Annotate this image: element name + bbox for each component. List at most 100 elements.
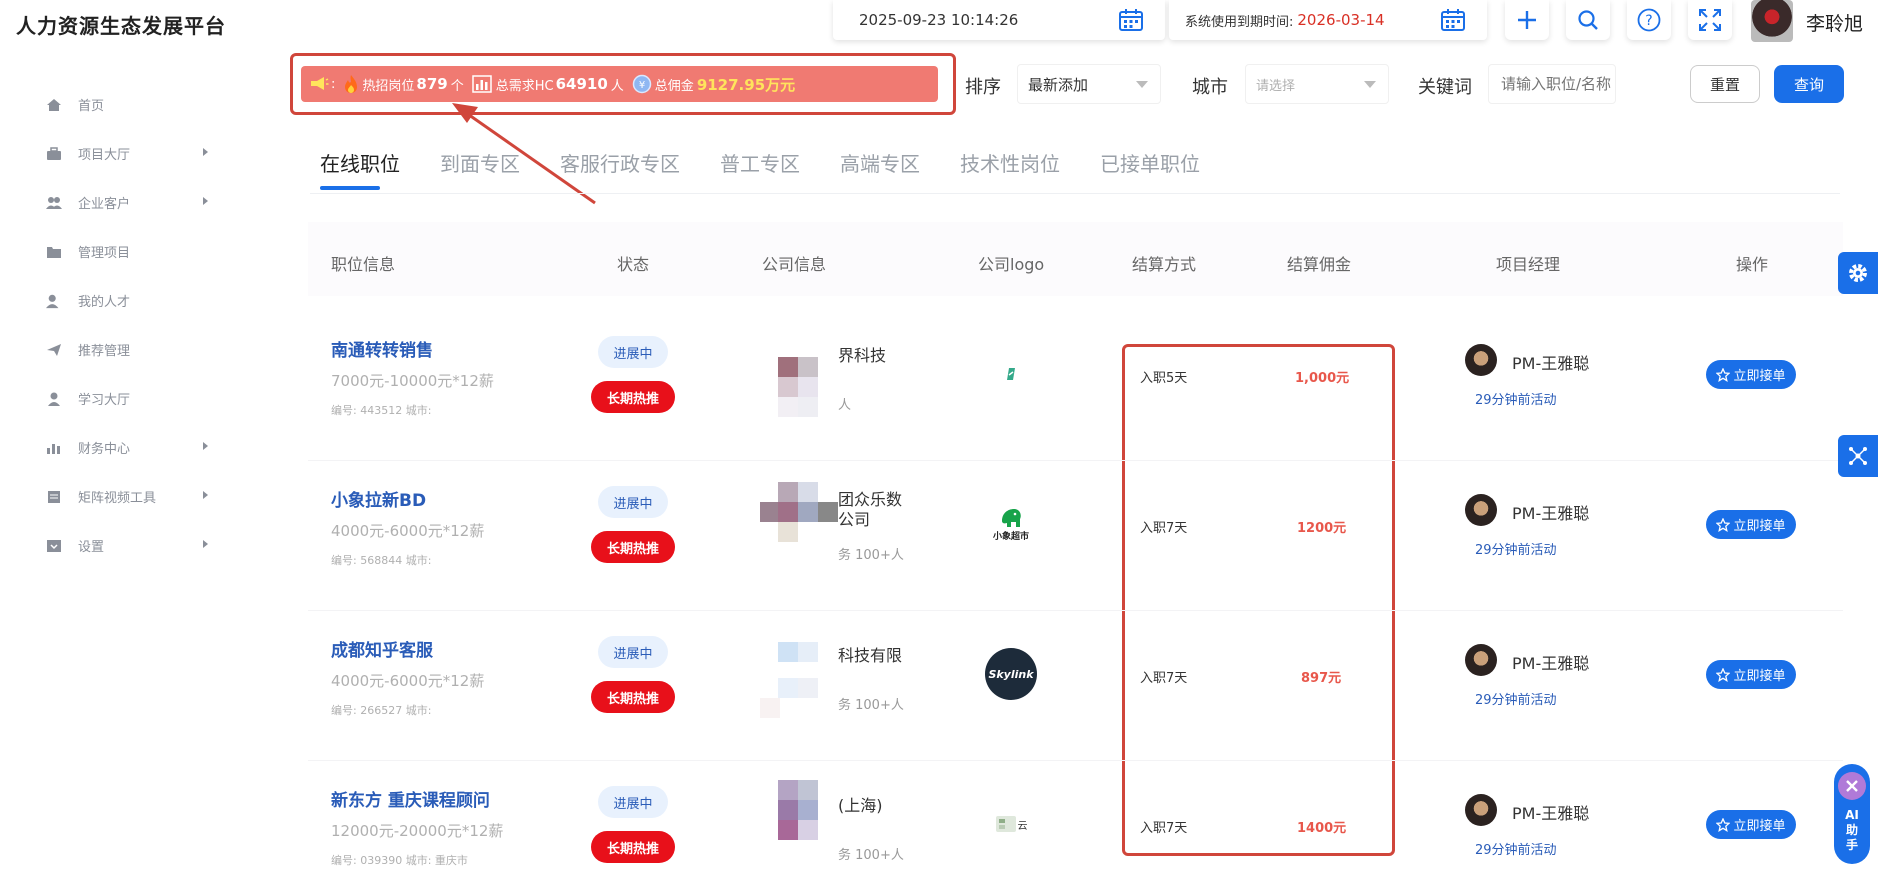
company-logo: Skylink bbox=[985, 648, 1037, 700]
settlement-method: 入职7天 bbox=[1140, 821, 1188, 836]
settlement-amount: 1,000元 bbox=[1295, 371, 1350, 386]
job-title[interactable]: 新东方 重庆课程顾问 bbox=[331, 786, 490, 811]
sidebar-item-label: 设置 bbox=[78, 540, 105, 555]
header-settlement-method: 结算方式 bbox=[1132, 255, 1197, 274]
accept-order-button[interactable]: 立即接单 bbox=[1706, 510, 1796, 539]
sidebar-item-my-talent[interactable]: 我的人才 bbox=[0, 276, 230, 325]
sidebar-item-label: 推荐管理 bbox=[78, 344, 131, 359]
app-title: 人力资源生态发展平台 bbox=[16, 14, 226, 38]
settlement-method: 入职7天 bbox=[1140, 521, 1188, 536]
settlement-amount: 1400元 bbox=[1297, 821, 1347, 836]
tab-service-admin-zone[interactable]: 客服行政专区 bbox=[560, 148, 680, 177]
add-button[interactable] bbox=[1505, 0, 1549, 40]
sidebar-item-settings[interactable]: 设置 bbox=[0, 521, 230, 570]
help-icon: ? bbox=[1637, 8, 1661, 32]
tab-high-end-zone[interactable]: 高端专区 bbox=[840, 148, 920, 177]
sidebar-item-label: 财务中心 bbox=[78, 442, 131, 457]
sidebar-item-learning[interactable]: 学习大厅 bbox=[0, 374, 230, 423]
star-icon bbox=[1716, 367, 1731, 382]
sidebar-item-manage-projects[interactable]: 管理项目 bbox=[0, 227, 230, 276]
user-name[interactable]: 李聆旭 bbox=[1806, 9, 1863, 36]
status-badge: 进展中 bbox=[598, 336, 668, 368]
datetime-text: 2025-09-23 10:14:26 bbox=[859, 11, 1019, 29]
pm-name: PM-王雅聪 bbox=[1512, 354, 1590, 373]
city-placeholder: 请选择 bbox=[1256, 78, 1296, 94]
keyword-input[interactable] bbox=[1488, 64, 1616, 104]
query-button[interactable]: 查询 bbox=[1774, 65, 1844, 103]
settings-float-button[interactable] bbox=[1838, 252, 1878, 294]
sidebar-item-recommend[interactable]: 推荐管理 bbox=[0, 325, 230, 374]
fullscreen-button[interactable] bbox=[1688, 0, 1732, 40]
sidebar-item-clients[interactable]: 企业客户 bbox=[0, 178, 230, 227]
sort-label: 排序 bbox=[965, 77, 1001, 98]
company-name: 团众乐数 公司 bbox=[838, 490, 903, 529]
hot-jobs-unit: 个 bbox=[450, 78, 464, 94]
sidebar-item-project-hall[interactable]: 项目大厅 bbox=[0, 129, 230, 178]
status-badge: 进展中 bbox=[598, 636, 668, 668]
send-icon bbox=[46, 343, 62, 357]
ai-label: 助 bbox=[1845, 823, 1858, 837]
search-button[interactable] bbox=[1566, 0, 1610, 40]
datetime-box[interactable]: 2025-09-23 10:14:26 bbox=[833, 0, 1165, 40]
tab-technical-jobs[interactable]: 技术性岗位 bbox=[960, 148, 1060, 177]
sidebar-item-video-tools[interactable]: 矩阵视频工具 bbox=[0, 472, 230, 521]
row-divider bbox=[308, 460, 1843, 461]
header-actions: 操作 bbox=[1736, 255, 1769, 274]
leaf-logo-icon bbox=[1007, 368, 1015, 380]
table-header bbox=[308, 222, 1843, 296]
calendar-icon[interactable] bbox=[1441, 9, 1465, 31]
company-size: 务 100+人 bbox=[838, 548, 904, 563]
annotation-arrow bbox=[452, 103, 596, 205]
accept-order-label: 立即接单 bbox=[1733, 519, 1786, 534]
company-size: 人 bbox=[838, 398, 852, 413]
accept-order-label: 立即接单 bbox=[1733, 819, 1786, 834]
tab-interview-zone[interactable]: 到面专区 bbox=[440, 148, 520, 177]
tab-accepted-jobs[interactable]: 已接单职位 bbox=[1100, 148, 1200, 177]
pm-avatar bbox=[1465, 794, 1497, 826]
sidebar-item-finance[interactable]: 财务中心 bbox=[0, 423, 230, 472]
tab-online-jobs[interactable]: 在线职位 bbox=[320, 148, 400, 190]
users-icon bbox=[46, 196, 62, 210]
job-meta: 编号: 443512 城市: bbox=[331, 404, 432, 417]
logo-text: Skylink bbox=[988, 667, 1034, 681]
reset-button[interactable]: 重置 bbox=[1690, 65, 1760, 103]
person-icon bbox=[46, 294, 62, 308]
calendar-icon[interactable] bbox=[1119, 9, 1143, 31]
gear-icon bbox=[1849, 264, 1867, 282]
city-select[interactable]: 请选择 bbox=[1245, 64, 1389, 104]
document-icon bbox=[46, 490, 62, 504]
help-button[interactable]: ? bbox=[1627, 0, 1671, 40]
network-float-button[interactable] bbox=[1838, 435, 1878, 477]
pm-activity: 29分钟前活动 bbox=[1475, 843, 1557, 858]
settlement-method: 入职5天 bbox=[1140, 371, 1188, 386]
header-project-manager: 项目经理 bbox=[1496, 255, 1561, 274]
accept-order-button[interactable]: 立即接单 bbox=[1706, 810, 1796, 839]
sort-select[interactable]: 最新添加 bbox=[1017, 64, 1161, 104]
company-size: 务 100+人 bbox=[838, 848, 904, 863]
total-commission-value: 9127.95万元 bbox=[696, 75, 796, 94]
megaphone-icon bbox=[311, 77, 329, 90]
accept-order-button[interactable]: 立即接单 bbox=[1706, 360, 1796, 389]
tab-general-labor-zone[interactable]: 普工专区 bbox=[720, 148, 800, 177]
accept-order-button[interactable]: 立即接单 bbox=[1706, 660, 1796, 689]
job-title[interactable]: 小象拉新BD bbox=[331, 486, 426, 511]
total-commission-label: 总佣金 bbox=[654, 78, 694, 94]
category-tabs: 在线职位 到面专区 客服行政专区 普工专区 高端专区 技术性岗位 已接单职位 bbox=[320, 148, 1240, 190]
company-name: 界科技 bbox=[838, 346, 887, 365]
job-title[interactable]: 成都知乎客服 bbox=[331, 636, 433, 661]
user-avatar[interactable] bbox=[1751, 0, 1793, 42]
accept-order-label: 立即接单 bbox=[1733, 369, 1786, 384]
company-logo-blurred bbox=[760, 776, 840, 842]
job-title[interactable]: 南通转转销售 bbox=[331, 336, 433, 361]
total-hc-value: 64910 bbox=[555, 75, 608, 93]
close-icon bbox=[1846, 780, 1858, 792]
pm-avatar bbox=[1465, 494, 1497, 526]
fire-icon bbox=[345, 75, 358, 93]
ai-close-button[interactable] bbox=[1838, 772, 1866, 800]
company-logo: 小象超市 bbox=[985, 498, 1037, 550]
chevron-down-icon bbox=[1136, 81, 1148, 88]
expiry-box: 系统使用到期时间: 2026-03-14 bbox=[1169, 0, 1487, 40]
sidebar-item-label: 管理项目 bbox=[78, 246, 131, 261]
total-hc-label: 总需求HC bbox=[495, 78, 554, 94]
sidebar-item-home[interactable]: 首页 bbox=[0, 80, 230, 129]
